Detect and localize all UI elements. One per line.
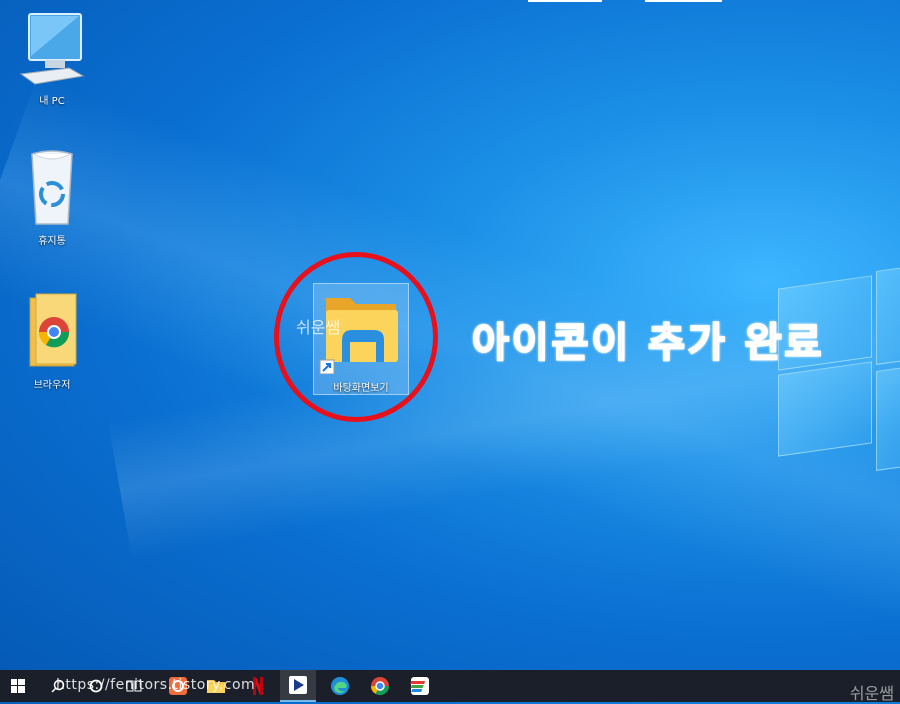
recycle-bin-icon (31, 150, 73, 225)
url-watermark: https://fenitors.tistory.com (56, 677, 256, 693)
play-icon (289, 676, 307, 694)
desktop-icon-browser[interactable]: 브라우저 (12, 292, 92, 391)
stripes-app-icon (410, 677, 429, 695)
taskbar-app-stripes[interactable] (402, 670, 438, 702)
computer-icon (19, 13, 85, 85)
windows-logo-icon (11, 679, 25, 693)
desktop-icon-label: 휴지통 (38, 236, 66, 247)
edge-icon (331, 677, 349, 695)
chrome-folder-icon (29, 293, 77, 367)
taskbar-chrome[interactable] (362, 670, 398, 702)
chrome-icon (371, 677, 389, 696)
desktop-icon-my-pc[interactable]: 내 PC (12, 12, 92, 107)
taskbar-edge[interactable] (322, 670, 358, 702)
watermark: 쉬운쌤 (849, 684, 894, 703)
desktop-icon-label: 브라우저 (33, 380, 71, 391)
watermark: 쉬운쌤 (296, 318, 341, 337)
start-button[interactable] (0, 670, 36, 702)
desktop-icon-label: 내 PC (39, 96, 65, 107)
desktop[interactable]: 내 PC 휴지통 브라우저 바탕화면보기 쉬운쌤 아이콘이 추가 완료 (0, 0, 900, 670)
callout-text: 아이콘이 추가 완료 (471, 319, 825, 367)
desktop-icon-recycle-bin[interactable]: 휴지통 (12, 150, 92, 247)
top-edge-highlight (528, 0, 602, 2)
taskbar-media-player[interactable] (280, 670, 316, 702)
top-edge-highlight (645, 0, 722, 2)
